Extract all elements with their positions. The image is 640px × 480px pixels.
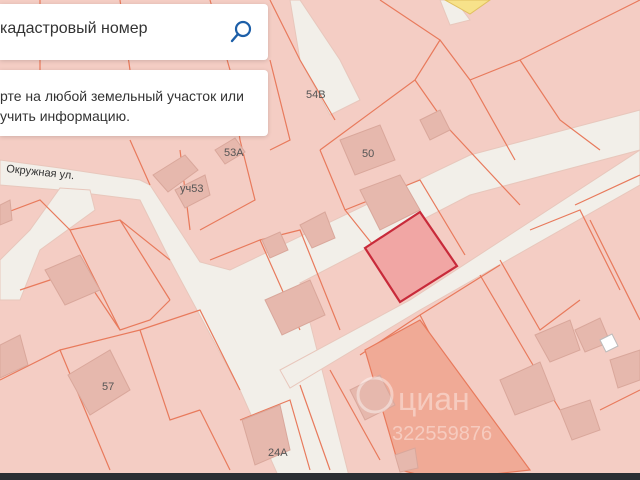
parcel-label-57: 57 bbox=[102, 381, 114, 393]
parcel-label-50: 50 bbox=[362, 148, 374, 160]
parcel-label-53a: 53А bbox=[224, 147, 244, 159]
bottom-bar bbox=[0, 473, 640, 480]
hint-text: рте на любой земельный участок или учить… bbox=[0, 88, 244, 124]
hint-panel: рте на любой земельный участок или учить… bbox=[0, 70, 268, 136]
cadastral-search-input[interactable] bbox=[0, 20, 225, 38]
search-icon[interactable] bbox=[228, 18, 256, 46]
watermark-brand: циан bbox=[398, 381, 470, 417]
search-panel bbox=[0, 4, 268, 60]
parcel-label-uch53: уч53 bbox=[180, 183, 203, 195]
parcel-label-24a: 24А bbox=[268, 447, 288, 459]
parcel-label-54v: 54В bbox=[306, 89, 326, 101]
watermark-number: 322559876 bbox=[392, 423, 492, 445]
